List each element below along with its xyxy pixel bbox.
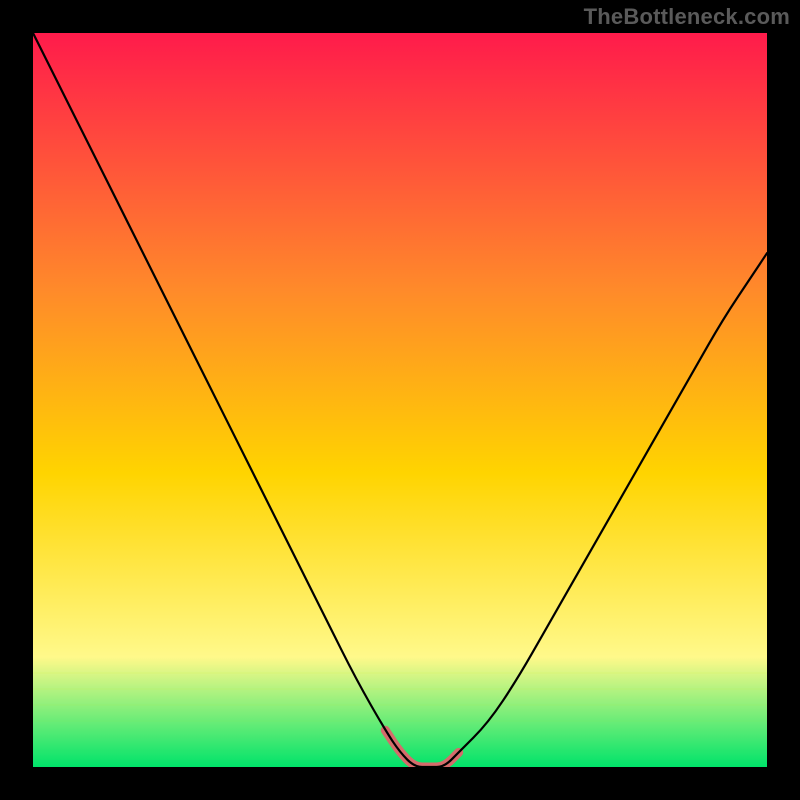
watermark-text: TheBottleneck.com (584, 4, 790, 30)
plot-area (33, 33, 767, 767)
chart-frame: TheBottleneck.com (0, 0, 800, 800)
bottleneck-chart (33, 33, 767, 767)
heatmap-background (33, 33, 767, 767)
